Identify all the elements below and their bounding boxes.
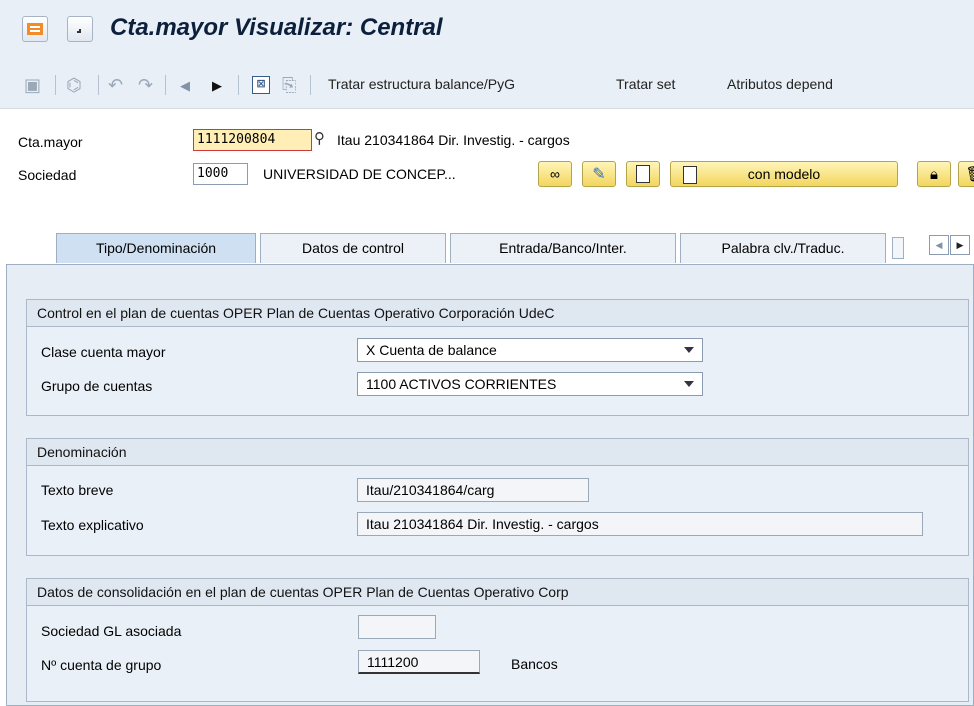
tab-control-data[interactable]: Datos de control [260,233,446,263]
toolbar-separator [238,75,239,95]
tab-type-description[interactable]: Tipo/Denominación [56,233,256,263]
search-icon[interactable]: ⚲ [314,129,334,151]
group-title: Denominación [27,439,968,466]
account-group-select[interactable]: 1100 ACTIVOS CORRIENTES [357,372,703,396]
other-object-icon[interactable]: ▣ [24,76,41,94]
account-class-select[interactable]: X Cuenta de balance [357,338,703,362]
title-bar: Cta.mayor Visualizar: Central [0,0,974,63]
create-with-template-label: con modelo [747,166,821,182]
display-glasses-button[interactable]: ∞ [538,161,572,187]
edit-button[interactable]: ✎ [582,161,616,187]
toolbar-separator [98,75,99,95]
account-class-value: X Cuenta de balance [366,342,497,358]
account-class-label: Clase cuenta mayor [41,344,166,360]
previous-icon[interactable]: ◀ [180,78,190,94]
blank-document-icon [636,165,650,183]
long-text-label: Texto explicativo [41,517,144,533]
create-button[interactable] [626,161,660,187]
toolbar-item-edit-set[interactable]: Tratar set [616,76,675,92]
create-with-template-button[interactable]: con modelo [670,161,898,187]
tab-entry-bank-interest[interactable]: Entrada/Banco/Inter. [450,233,676,263]
toolbar-separator [310,75,311,95]
hierarchy-icon[interactable]: ⌬ [66,76,82,94]
sap-menu-icon[interactable] [22,16,48,42]
trading-partner-label: Sociedad GL asociada [41,623,182,639]
group-account-description: Bancos [511,656,558,672]
group-account-field[interactable]: 1111200 [358,650,480,674]
long-text-field[interactable]: Itau 210341864 Dir. Investig. - cargos [357,512,923,536]
delete-button[interactable]: 🗑︎ [958,161,974,187]
tab-scroll-left-icon[interactable]: ◀ [929,235,949,255]
document-icon[interactable]: ⎘ [282,76,296,94]
pencil-icon: ✎ [592,166,606,183]
lock-button[interactable]: 🔒︎ [917,161,951,187]
chart-of-accounts-control-group: Control en el plan de cuentas OPER Plan … [26,299,969,416]
short-text-label: Texto breve [41,482,114,498]
account-group-value: 1100 ACTIVOS CORRIENTES [366,376,557,392]
company-code-field[interactable]: 1000 [193,163,248,185]
gl-account-description: Itau 210341864 Dir. Investig. - cargos [337,132,570,148]
application-toolbar: ▣ ⌬ ↶ ↷ ◀ ▶ ⊠ ⎘ Tratar estructura balanc… [0,62,974,109]
chevron-down-icon [684,381,694,387]
tab-keyword-translation[interactable]: Palabra clv./Traduc. [680,233,886,263]
blank-document-icon [683,166,697,184]
short-text-field[interactable]: Itau/210341864/carg [357,478,589,502]
gl-account-field[interactable]: 1111200804 [193,129,312,151]
next-icon[interactable]: ▶ [212,78,222,94]
trading-partner-field[interactable] [358,615,436,639]
toolbar-separator [55,75,56,95]
lock-icon: 🔒︎ [930,165,938,183]
toolbar-item-balance-structure[interactable]: Tratar estructura balance/PyG [328,76,515,92]
trash-icon: 🗑︎ [965,165,974,183]
group-account-label: Nº cuenta de grupo [41,657,162,673]
description-group: Denominación Texto breve Itau/210341864/… [26,438,969,556]
consolidation-data-group: Datos de consolidación en el plan de cue… [26,578,969,702]
company-code-description: UNIVERSIDAD DE CONCEP... [263,166,456,182]
chevron-down-icon [684,347,694,353]
group-title: Control en el plan de cuentas OPER Plan … [27,300,968,327]
toolbar-item-dependent-attributes[interactable]: Atributos depend [727,76,833,92]
toolbar-separator [165,75,166,95]
group-title: Datos de consolidación en el plan de cue… [27,579,968,606]
gl-account-label: Cta.mayor [18,134,83,150]
account-group-label: Grupo de cuentas [41,378,153,394]
where-used-icon[interactable]: ⊠ [252,76,270,94]
company-code-label: Sociedad [18,167,77,183]
glasses-icon: ∞ [550,166,560,182]
tab-list-icon[interactable] [892,237,904,259]
page-title: Cta.mayor Visualizar: Central [110,14,443,41]
dropdown-icon[interactable] [67,16,93,42]
tab-scroll-right-icon[interactable]: ▶ [950,235,970,255]
redo-icon[interactable]: ↷ [138,76,153,94]
undo-icon[interactable]: ↶ [108,76,123,94]
